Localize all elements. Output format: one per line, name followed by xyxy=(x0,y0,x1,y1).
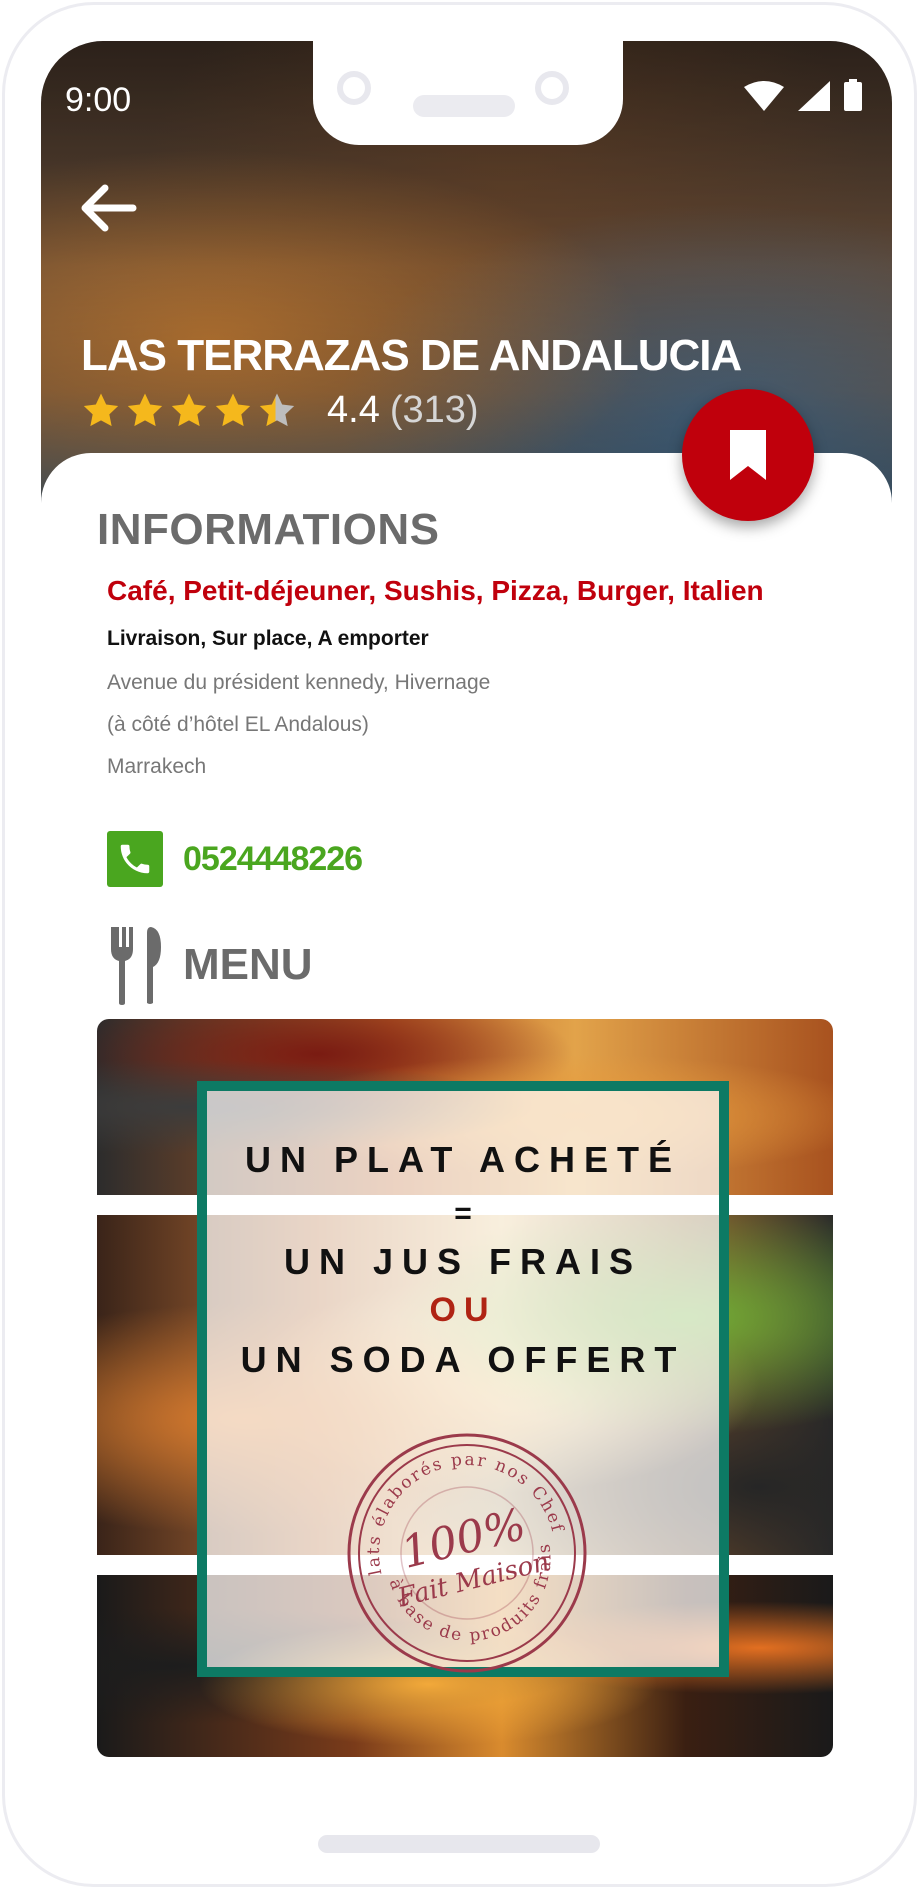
status-icons xyxy=(744,79,862,111)
promo-or: OU xyxy=(429,1291,497,1329)
wifi-icon xyxy=(744,81,784,111)
cuisine-categories: Café, Petit-déjeuner, Sushis, Pizza, Bur… xyxy=(107,575,764,606)
star-full-icon xyxy=(171,393,207,426)
address-city: Marrakech xyxy=(107,755,207,778)
rating-row: 4.4 (313) xyxy=(81,389,479,432)
signal-icon xyxy=(798,81,830,111)
phone-number: 0524448226 xyxy=(183,839,363,878)
device-notch xyxy=(313,41,623,145)
phone-frame: 9:00 LAS TERRAZAS DE ANDALUCIA 4.4 (313)… xyxy=(2,2,917,1887)
star-full-icon xyxy=(83,393,119,426)
screen: 9:00 LAS TERRAZAS DE ANDALUCIA 4.4 (313)… xyxy=(41,41,892,1785)
review-count: (313) xyxy=(389,389,479,431)
promo-overlay: UN PLAT ACHETÉ = UN JUS FRAIS OU UN SODA… xyxy=(197,1081,729,1677)
home-indicator[interactable] xyxy=(318,1835,600,1853)
promo-line1: UN PLAT ACHETÉ xyxy=(245,1139,681,1180)
bookmark-button[interactable] xyxy=(682,389,814,521)
restaurant-name: LAS TERRAZAS DE ANDALUCIA xyxy=(81,331,742,380)
informations-heading: INFORMATIONS xyxy=(97,505,440,554)
front-camera xyxy=(337,71,371,105)
address-line2: (à côté d’hôtel EL Andalous) xyxy=(107,713,369,736)
phone-icon xyxy=(107,831,163,887)
menu-promo-image[interactable]: UN PLAT ACHETÉ = UN JUS FRAIS OU UN SODA… xyxy=(97,1019,833,1757)
phone-link[interactable]: 0524448226 xyxy=(107,831,363,887)
star-half-icon xyxy=(259,393,295,426)
earpiece-speaker xyxy=(413,95,515,117)
star-full-icon xyxy=(215,393,251,426)
bookmark-icon xyxy=(730,430,766,480)
rating-stars xyxy=(81,391,297,431)
menu-header: MENU xyxy=(107,925,313,1005)
rating-value: 4.4 xyxy=(327,389,380,431)
arrow-left-icon xyxy=(81,184,137,232)
front-sensor xyxy=(535,71,569,105)
promo-line2: UN JUS FRAIS xyxy=(283,1241,643,1282)
star-full-icon xyxy=(127,393,163,426)
back-button[interactable] xyxy=(77,183,137,238)
fork-knife-icon xyxy=(111,927,161,1005)
menu-heading: MENU xyxy=(183,940,313,989)
service-options: Livraison, Sur place, A emporter xyxy=(107,627,429,650)
battery-icon xyxy=(844,79,862,111)
fait-maison-stamp: Plats élaborés par nos Chefs à base de p… xyxy=(339,1429,587,1673)
promo-line3: UN SODA OFFERT xyxy=(240,1339,686,1380)
promo-equals: = xyxy=(454,1197,472,1230)
details-card: INFORMATIONS Café, Petit-déjeuner, Sushi… xyxy=(41,453,892,1785)
status-time: 9:00 xyxy=(65,81,132,119)
address-line1: Avenue du président kennedy, Hivernage xyxy=(107,671,491,694)
